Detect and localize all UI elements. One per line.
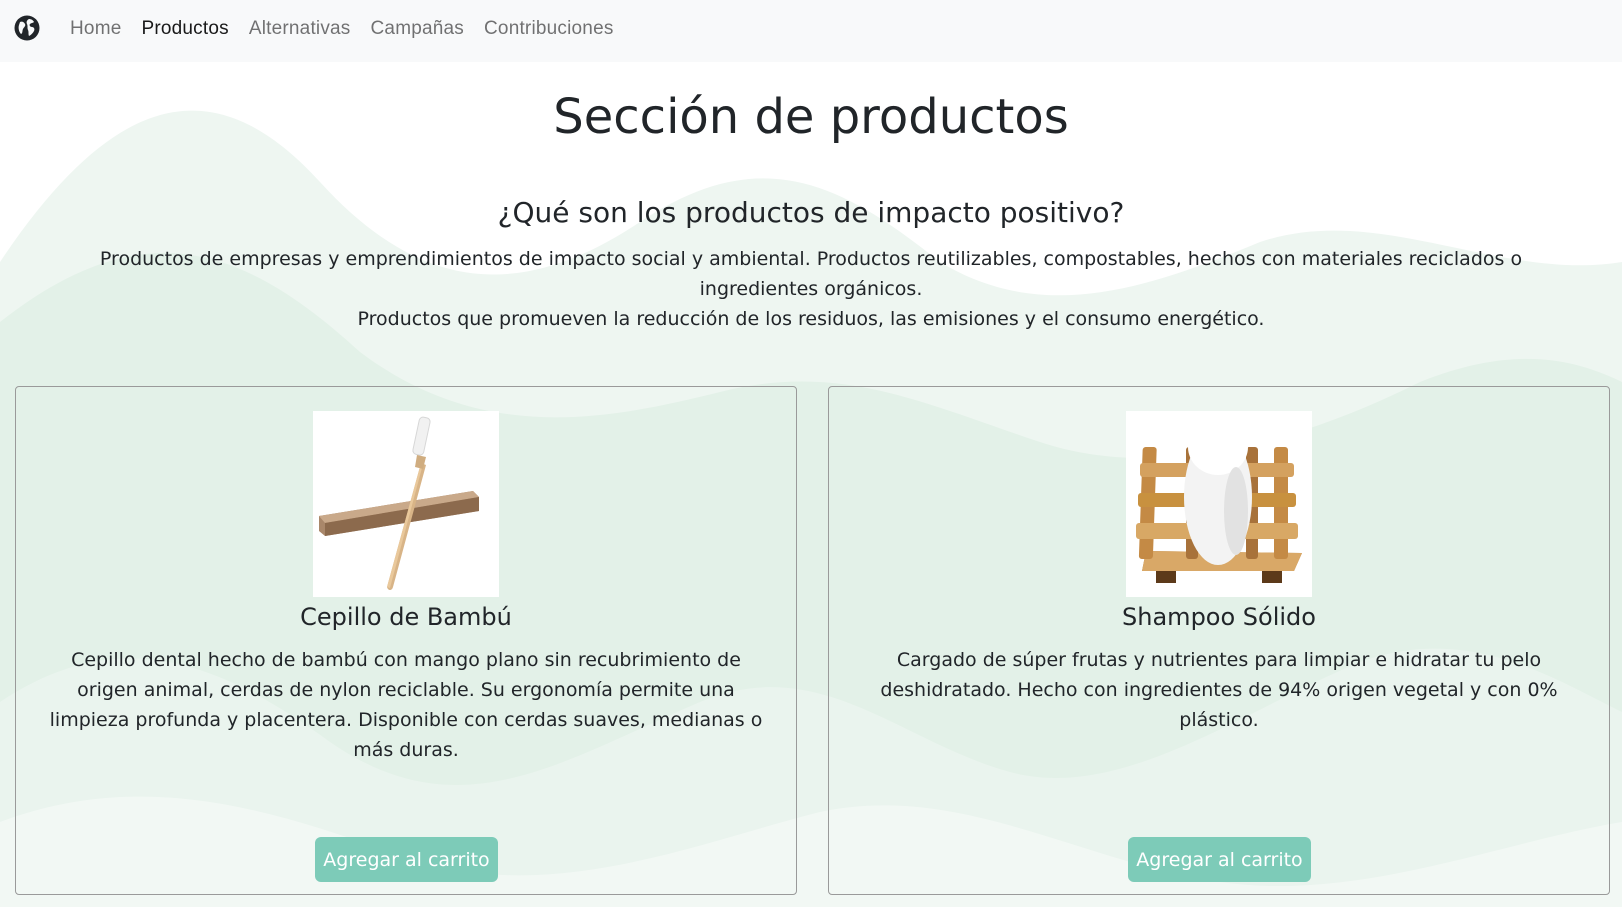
nav-item-contribuciones[interactable]: Contribuciones	[484, 18, 614, 40]
product-title: Shampoo Sólido	[1122, 603, 1316, 631]
add-to-cart-button[interactable]: Agregar al carrito	[1128, 837, 1311, 882]
nav-item-home[interactable]: Home	[70, 18, 121, 40]
section-subtitle: ¿Qué son los productos de impacto positi…	[497, 196, 1125, 229]
intro-line-1: Productos de empresas y emprendimientos …	[99, 248, 1523, 300]
product-card: Shampoo Sólido Cargado de súper frutas y…	[828, 386, 1610, 895]
intro-text: Productos de empresas y emprendimientos …	[40, 244, 1582, 334]
product-title: Cepillo de Bambú	[300, 603, 512, 631]
product-description: Cepillo dental hecho de bambú con mango …	[49, 649, 763, 761]
nav-item-alternativas[interactable]: Alternativas	[249, 18, 351, 40]
navbar: Home Productos Alternativas Campañas Con…	[0, 0, 1622, 62]
nav-item-productos[interactable]: Productos	[141, 18, 228, 40]
bamboo-toothbrush-image	[313, 411, 499, 597]
solid-shampoo-image	[1126, 411, 1312, 597]
nav-links: Home Productos Alternativas Campañas Con…	[70, 0, 634, 57]
product-description: Cargado de súper frutas y nutrientes par…	[880, 649, 1558, 731]
intro-line-2: Productos que promueven la reducción de …	[357, 308, 1265, 330]
page-title: Sección de productos	[553, 89, 1069, 145]
globe-icon[interactable]	[13, 14, 41, 42]
nav-item-campanas[interactable]: Campañas	[371, 18, 464, 40]
add-to-cart-button[interactable]: Agregar al carrito	[315, 837, 498, 882]
product-card: Cepillo de Bambú Cepillo dental hecho de…	[15, 386, 797, 895]
